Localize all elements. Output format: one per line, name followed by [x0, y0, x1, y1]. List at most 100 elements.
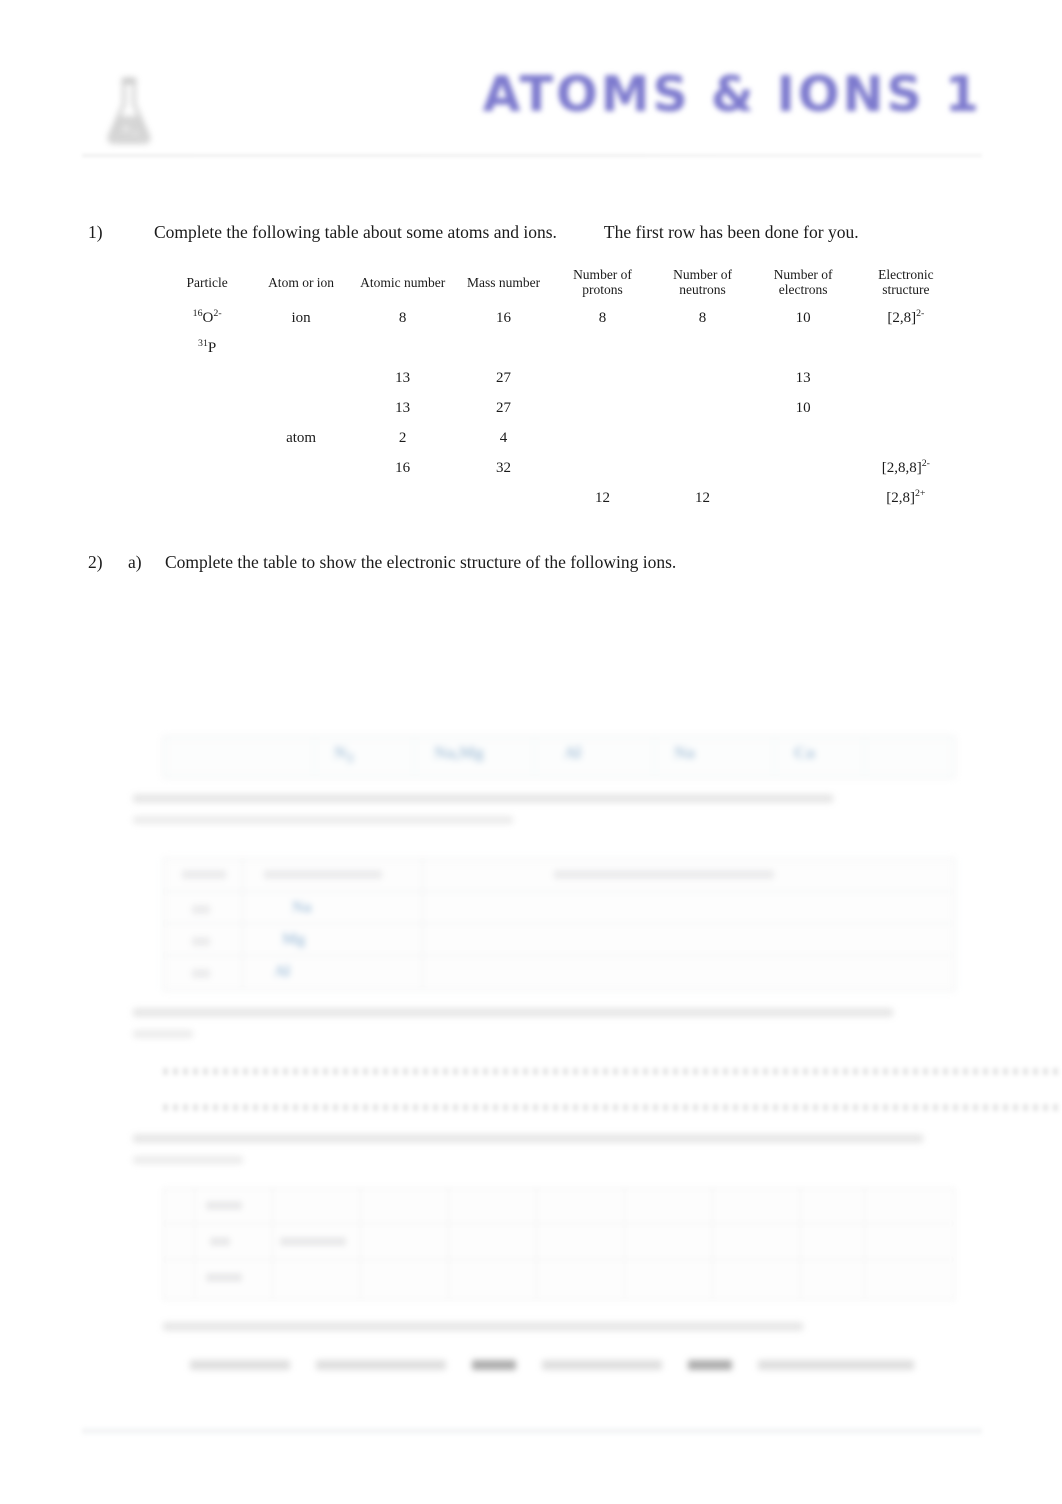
answer-chip[interactable] [190, 1360, 290, 1371]
cell-divider [534, 737, 535, 775]
cell-electronic-structure[interactable] [854, 423, 958, 453]
question-1-prompt: 1) Complete the following table about som… [88, 222, 988, 243]
cell-electrons[interactable] [753, 423, 854, 453]
cell-electronic-structure[interactable]: [2,8]2- [854, 303, 958, 333]
cell-protons[interactable]: 8 [553, 303, 653, 333]
cell-electronic-structure[interactable] [854, 393, 958, 423]
cell-mass-number[interactable]: 16 [455, 303, 553, 333]
cell-neutrons[interactable]: 8 [652, 303, 752, 333]
question-2-prompt: 2) a) Complete the table to show the elect… [88, 552, 988, 573]
cell-mass-number[interactable]: 32 [455, 453, 553, 483]
cell-particle [163, 423, 251, 453]
table-row: 13 27 10 [163, 393, 958, 423]
cell-neutrons[interactable] [652, 423, 752, 453]
cell-electrons[interactable]: 13 [753, 363, 854, 393]
cell-atomic-number[interactable]: 2 [351, 423, 455, 453]
ion-formula: Al [564, 743, 581, 762]
cell-mass-number[interactable] [455, 483, 553, 513]
answer-chip[interactable] [542, 1360, 662, 1371]
cell-electrons[interactable]: 10 [753, 393, 854, 423]
cell-electronic-structure[interactable] [854, 333, 958, 363]
cell-mass-number[interactable] [455, 333, 553, 363]
obscured-answer-chips[interactable] [190, 1356, 950, 1374]
cell-electronic-structure[interactable]: [2,8,8]2- [854, 453, 958, 483]
electronic-structure-answer-strip[interactable]: N3 Na,Mg Al Na Ca [163, 736, 955, 778]
page-header: ATOMS & IONS 1 [82, 62, 982, 158]
cell-protons[interactable]: 12 [553, 483, 653, 513]
cell-atom-or-ion[interactable] [251, 453, 351, 483]
ion-formula: N3 [334, 743, 354, 767]
question-1-number: 1) [88, 222, 103, 242]
cell-atom-or-ion[interactable]: ion [251, 303, 351, 333]
answer-chip[interactable] [316, 1360, 446, 1371]
cell-atomic-number[interactable]: 13 [351, 363, 455, 393]
row-divider [164, 1259, 952, 1260]
cell-atom-or-ion[interactable] [251, 393, 351, 423]
cell-electrons[interactable] [753, 333, 854, 363]
cell-divider [536, 1189, 537, 1297]
column-header-number-of-neutrons: Number of neutrons [673, 267, 732, 298]
cell-divider [864, 737, 865, 775]
obscured-question-3-text [133, 794, 963, 837]
cell-electrons[interactable] [753, 483, 854, 513]
footer-divider [82, 1428, 982, 1434]
cell-divider [654, 737, 655, 775]
column-header-mass-number: Mass number [466, 274, 541, 290]
cell-atomic-number[interactable] [351, 333, 455, 363]
table-row: 16O2- ion 8 16 8 8 10 [2,8]2- [163, 303, 958, 333]
electronic-structure-value: [2,8] [886, 489, 915, 506]
cell-electronic-structure[interactable]: [2,8]2+ [854, 483, 958, 513]
electronic-structure-charge: 2- [916, 307, 925, 319]
cell-atomic-number[interactable] [351, 483, 455, 513]
cell-protons[interactable] [553, 453, 653, 483]
answer-dotted-line[interactable] [163, 1104, 1061, 1111]
cell-atomic-number[interactable]: 16 [351, 453, 455, 483]
electronic-structure-row-label [176, 746, 215, 762]
cell-neutrons[interactable] [652, 363, 752, 393]
obscured-table-2[interactable]: Na Mg Al [163, 858, 955, 991]
cell-protons[interactable] [553, 333, 653, 363]
cell-protons[interactable] [553, 363, 653, 393]
column-header-number-of-protons: Number of protons [573, 267, 632, 298]
cell-protons[interactable] [553, 393, 653, 423]
answer-chip[interactable] [758, 1360, 914, 1371]
cell-atom-or-ion[interactable] [251, 363, 351, 393]
flask-logo-icon [90, 74, 168, 150]
particle-symbol: P [207, 339, 217, 356]
cell-mass-number[interactable]: 27 [455, 393, 553, 423]
cell-neutrons[interactable] [652, 453, 752, 483]
particle-symbol: O [202, 309, 214, 326]
page-title: ATOMS & IONS 1 [482, 66, 982, 123]
cell-mass-number[interactable]: 27 [455, 363, 553, 393]
particle-mass-number: 16 [192, 307, 203, 319]
obscured-table-3[interactable] [163, 1188, 955, 1300]
cell-atom-or-ion[interactable]: atom [251, 423, 351, 453]
cell-text [206, 1201, 242, 1210]
cell-neutrons[interactable]: 12 [652, 483, 752, 513]
answer-chip[interactable] [472, 1360, 516, 1371]
table-row: 31P [163, 333, 958, 363]
electronic-structure-charge: 2+ [914, 487, 926, 499]
cell-particle [163, 393, 251, 423]
answer-dotted-line[interactable] [163, 1068, 1061, 1075]
cell-atomic-number[interactable]: 8 [351, 303, 455, 333]
cell-electrons[interactable]: 10 [753, 303, 854, 333]
worksheet-page: ATOMS & IONS 1 1) Complete the following … [0, 0, 1062, 1504]
cell-protons[interactable] [553, 423, 653, 453]
cell-text [192, 905, 210, 914]
cell-electrons[interactable] [753, 453, 854, 483]
cell-electronic-structure[interactable] [854, 363, 958, 393]
cell-atomic-number[interactable]: 13 [351, 393, 455, 423]
row-divider [164, 891, 952, 892]
column-header-atomic-number: Atomic number [360, 274, 446, 290]
cell-neutrons[interactable] [652, 393, 752, 423]
question-1-text: Complete the following table about some … [154, 222, 557, 242]
cell-divider [448, 1189, 449, 1297]
cell-atom-or-ion[interactable] [251, 483, 351, 513]
cell-atom-or-ion[interactable] [251, 333, 351, 363]
obscured-question-3b-text [133, 1008, 973, 1051]
cell-mass-number[interactable]: 4 [455, 423, 553, 453]
cell-neutrons[interactable] [652, 333, 752, 363]
answer-chip[interactable] [688, 1360, 732, 1371]
row-divider [164, 923, 952, 924]
